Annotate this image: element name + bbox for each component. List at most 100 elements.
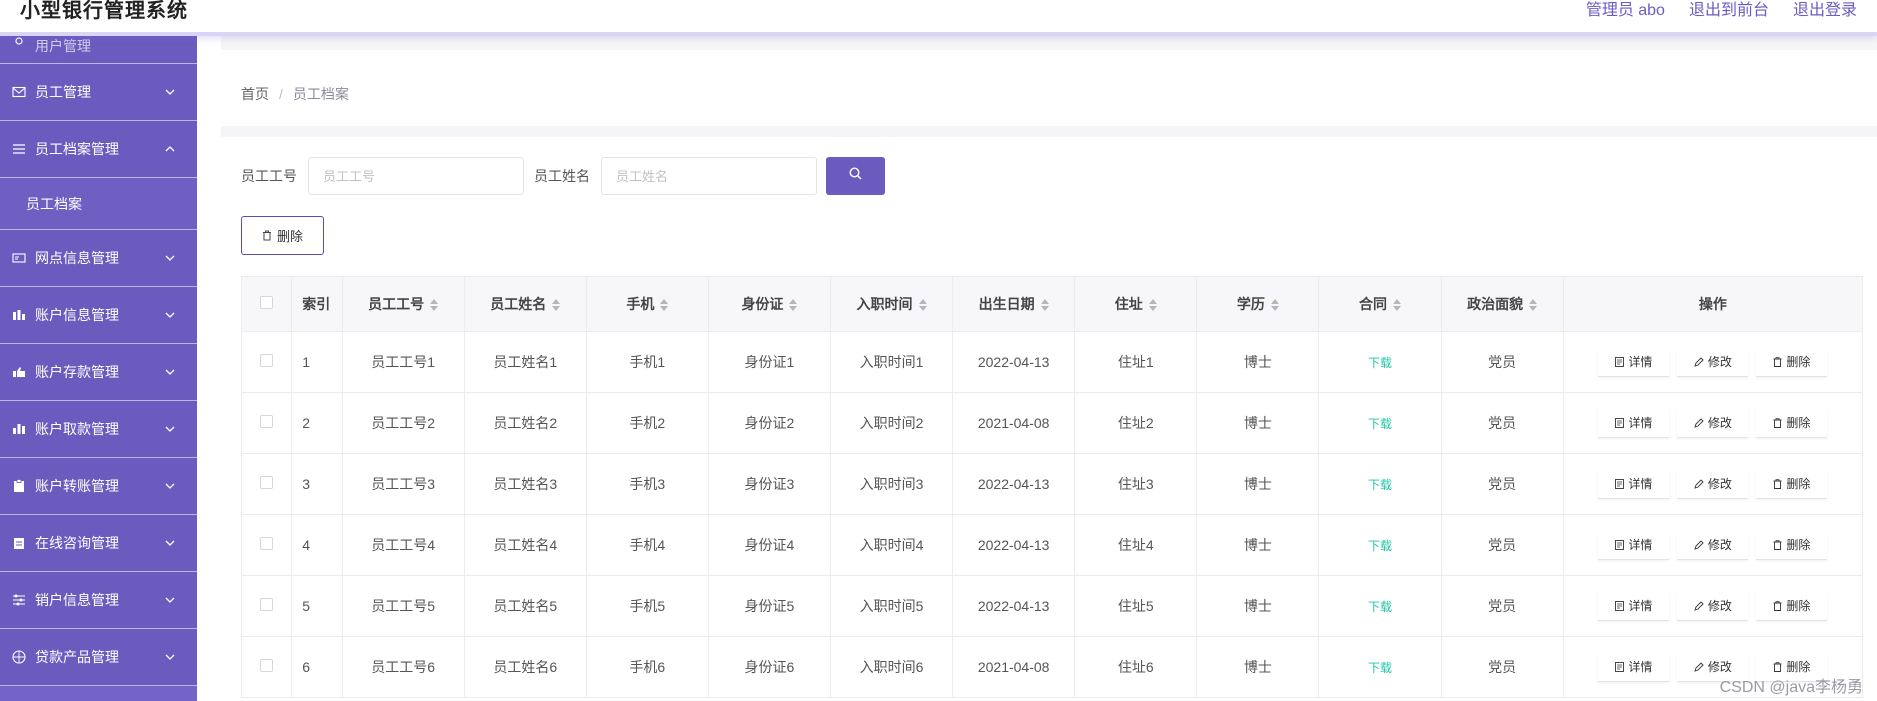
logout-link[interactable]: 退出登录 [1793, 0, 1857, 20]
chevron-down-icon [165, 651, 175, 663]
row-checkbox[interactable] [260, 537, 274, 550]
sidebar-item-branch[interactable]: 网点信息管理 [0, 230, 197, 287]
cell-emp-no: 员工工号2 [341, 392, 465, 454]
row-checkbox[interactable] [260, 354, 274, 367]
back-to-front-link[interactable]: 退出到前台 [1689, 0, 1769, 20]
col-header-hire-time[interactable]: 入职时间 [829, 276, 954, 332]
card-icon [12, 251, 26, 265]
edit-button[interactable]: 修改 [1677, 469, 1749, 499]
download-link[interactable]: 下载 [1368, 539, 1392, 553]
edit-button[interactable]: 修改 [1677, 347, 1749, 377]
col-header-emp-no[interactable]: 员工工号 [341, 276, 465, 332]
col-header-name[interactable]: 员工姓名 [463, 276, 587, 332]
emp-no-input[interactable] [308, 157, 524, 195]
delete-button[interactable]: 删除 [1756, 530, 1828, 560]
sort-icon[interactable] [789, 299, 798, 312]
delete-button[interactable]: 删除 [1756, 469, 1828, 499]
chevron-down-icon [165, 252, 175, 264]
col-header-label: 手机 [626, 296, 655, 312]
sidebar-item-deposit[interactable]: 账户存款管理 [0, 344, 197, 401]
search-button[interactable] [826, 157, 885, 195]
cell-politics: 党员 [1440, 331, 1564, 393]
col-header-label: 政治面貌 [1467, 296, 1524, 312]
delete-label: 删除 [1786, 538, 1811, 552]
col-header-politics[interactable]: 政治面貌 [1440, 276, 1564, 332]
sort-icon[interactable] [430, 299, 439, 312]
sidebar-item-consult[interactable]: 在线咨询管理 [0, 515, 197, 572]
sidebar-item-withdraw[interactable]: 账户取款管理 [0, 401, 197, 458]
row-select-cell[interactable] [240, 392, 293, 454]
download-link[interactable]: 下载 [1368, 661, 1392, 675]
edit-button[interactable]: 修改 [1677, 408, 1749, 438]
sidebar-item-loan-product[interactable]: 贷款产品管理 [0, 629, 197, 686]
col-header-contract[interactable]: 合同 [1318, 276, 1442, 332]
sidebar-item-account-info[interactable]: 账户信息管理 [0, 287, 197, 344]
sort-icon[interactable] [1529, 299, 1538, 312]
row-select-cell[interactable] [240, 636, 293, 698]
sort-icon[interactable] [918, 299, 927, 312]
sort-icon[interactable] [1392, 299, 1401, 312]
col-header-phone[interactable]: 手机 [585, 276, 709, 332]
detail-button[interactable]: 详情 [1598, 591, 1670, 621]
detail-button[interactable]: 详情 [1598, 347, 1670, 377]
col-header-label: 合同 [1358, 296, 1387, 312]
top-bar: 小型银行管理系统 管理员 abo 退出到前台 退出登录 [0, 0, 1877, 36]
row-select-cell[interactable] [240, 453, 293, 515]
sort-icon[interactable] [1040, 299, 1049, 312]
admin-label[interactable]: 管理员 abo [1586, 0, 1665, 20]
row-select-cell[interactable] [240, 331, 293, 393]
breadcrumb-home[interactable]: 首页 [241, 86, 269, 102]
row-select-cell[interactable] [240, 514, 293, 576]
cell-politics: 党员 [1440, 575, 1564, 637]
pencil-icon [1694, 356, 1704, 367]
sidebar-item-employee[interactable]: 员工管理 [0, 64, 197, 121]
edit-button[interactable]: 修改 [1677, 591, 1749, 621]
sidebar-item-label: 用户管理 [35, 38, 91, 54]
trash-icon [1773, 417, 1782, 428]
sidebar-item-label: 账户信息管理 [35, 307, 119, 323]
detail-button[interactable]: 详情 [1598, 652, 1670, 682]
select-all-cell[interactable] [240, 276, 293, 332]
row-checkbox[interactable] [260, 598, 274, 611]
cell-hire: 入职时间6 [829, 636, 954, 698]
download-link[interactable]: 下载 [1368, 356, 1392, 370]
download-link[interactable]: 下载 [1368, 600, 1392, 614]
emp-name-input[interactable] [601, 157, 817, 195]
cell-name: 员工姓名5 [463, 575, 587, 637]
sidebar-subitem-employee-archive[interactable]: 员工档案 [0, 178, 197, 230]
select-all-checkbox[interactable] [260, 296, 274, 309]
sort-icon[interactable] [660, 299, 669, 312]
cell-politics: 党员 [1440, 514, 1564, 576]
delete-button[interactable]: 删除 [1756, 408, 1828, 438]
detail-button[interactable]: 详情 [1598, 469, 1670, 499]
col-header-education[interactable]: 学历 [1196, 276, 1320, 332]
delete-button[interactable]: 删除 [1756, 347, 1828, 377]
detail-button[interactable]: 详情 [1598, 530, 1670, 560]
download-link[interactable]: 下载 [1368, 478, 1392, 492]
col-header-address[interactable]: 住址 [1074, 276, 1198, 332]
trash-icon [262, 230, 272, 241]
delete-button[interactable]: 删除 [1756, 591, 1828, 621]
cell-politics: 党员 [1440, 453, 1564, 515]
col-header-id-card[interactable]: 身份证 [707, 276, 832, 332]
cell-politics: 党员 [1440, 392, 1564, 454]
col-header-birth[interactable]: 出生日期 [952, 276, 1076, 332]
edit-label: 修改 [1707, 416, 1732, 430]
sidebar-item-employee-archive[interactable]: 员工档案管理 [0, 121, 197, 178]
detail-button[interactable]: 详情 [1598, 408, 1670, 438]
row-checkbox[interactable] [260, 476, 274, 489]
sidebar-item-transfer[interactable]: 账户转账管理 [0, 458, 197, 515]
sidebar-item-close-account[interactable]: 销户信息管理 [0, 572, 197, 629]
batch-delete-button[interactable]: 删除 [241, 216, 324, 255]
edit-button[interactable]: 修改 [1677, 530, 1749, 560]
row-checkbox[interactable] [260, 415, 274, 428]
sort-icon[interactable] [1148, 299, 1157, 312]
row-select-cell[interactable] [240, 575, 293, 637]
sort-icon[interactable] [552, 299, 561, 312]
sidebar-item-user-management[interactable]: 用户管理 [0, 36, 197, 64]
row-checkbox[interactable] [260, 659, 274, 672]
cell-birth: 2022-04-13 [952, 514, 1076, 576]
sort-icon[interactable] [1270, 299, 1279, 312]
download-link[interactable]: 下载 [1368, 417, 1392, 431]
cell-name: 员工姓名1 [463, 331, 587, 393]
